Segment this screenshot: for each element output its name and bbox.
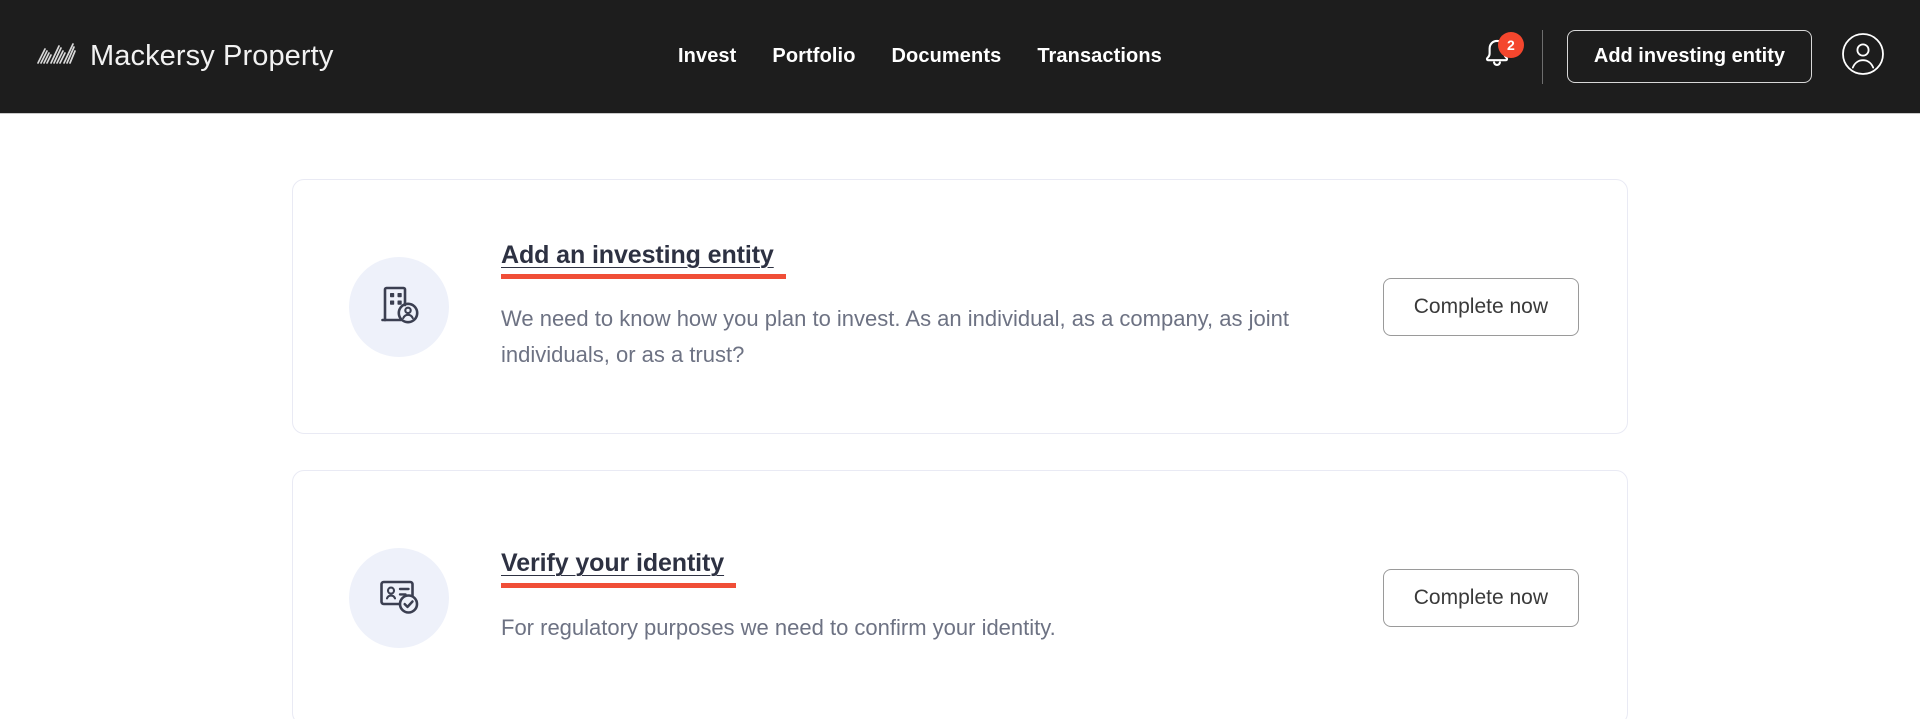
user-circle-icon [1841, 32, 1885, 81]
top-header: Mackersy Property Invest Portfolio Docum… [0, 0, 1920, 113]
add-investing-entity-button[interactable]: Add investing entity [1566, 30, 1812, 83]
brand-name: Mackersy Property [90, 40, 334, 72]
notification-count-badge: 2 [1497, 31, 1524, 58]
header-actions: 2 Add investing entity [1474, 0, 1886, 113]
task-icon-wrapper [349, 547, 449, 648]
task-description: We need to know how you plan to invest. … [501, 306, 1289, 367]
brand-logo[interactable]: Mackersy Property [36, 0, 333, 113]
account-menu-button[interactable] [1840, 32, 1886, 81]
task-card-body: Add an investing entity We need to know … [449, 241, 1383, 373]
task-title-link[interactable]: Verify your identity [501, 549, 737, 589]
notifications-button[interactable]: 2 [1474, 31, 1524, 80]
task-title-link[interactable]: Add an investing entity [501, 241, 786, 280]
primary-navigation: Invest Portfolio Documents Transactions [678, 0, 1162, 113]
nav-item-documents[interactable]: Documents [892, 45, 1002, 68]
building-user-icon [376, 281, 422, 332]
task-card-body: Verify your identity For regulatory purp… [449, 549, 1383, 645]
task-card-add-investing-entity: Add an investing entity We need to know … [292, 179, 1628, 434]
task-card-list: Add an investing entity We need to know … [292, 179, 1628, 719]
id-card-check-icon [376, 572, 422, 623]
complete-now-button[interactable]: Complete now [1382, 277, 1579, 336]
task-description: For regulatory purposes we need to confi… [501, 615, 1056, 641]
nav-item-transactions[interactable]: Transactions [1037, 45, 1162, 68]
diagonal-stripes-logo-mark-icon [36, 41, 76, 72]
task-icon-wrapper [349, 256, 449, 357]
nav-item-portfolio[interactable]: Portfolio [772, 45, 855, 68]
header-divider [1541, 29, 1543, 84]
complete-now-button[interactable]: Complete now [1382, 568, 1579, 627]
nav-item-invest[interactable]: Invest [678, 45, 736, 68]
main-content: Add an investing entity We need to know … [0, 113, 1920, 719]
task-card-verify-identity: Verify your identity For regulatory purp… [292, 470, 1628, 719]
